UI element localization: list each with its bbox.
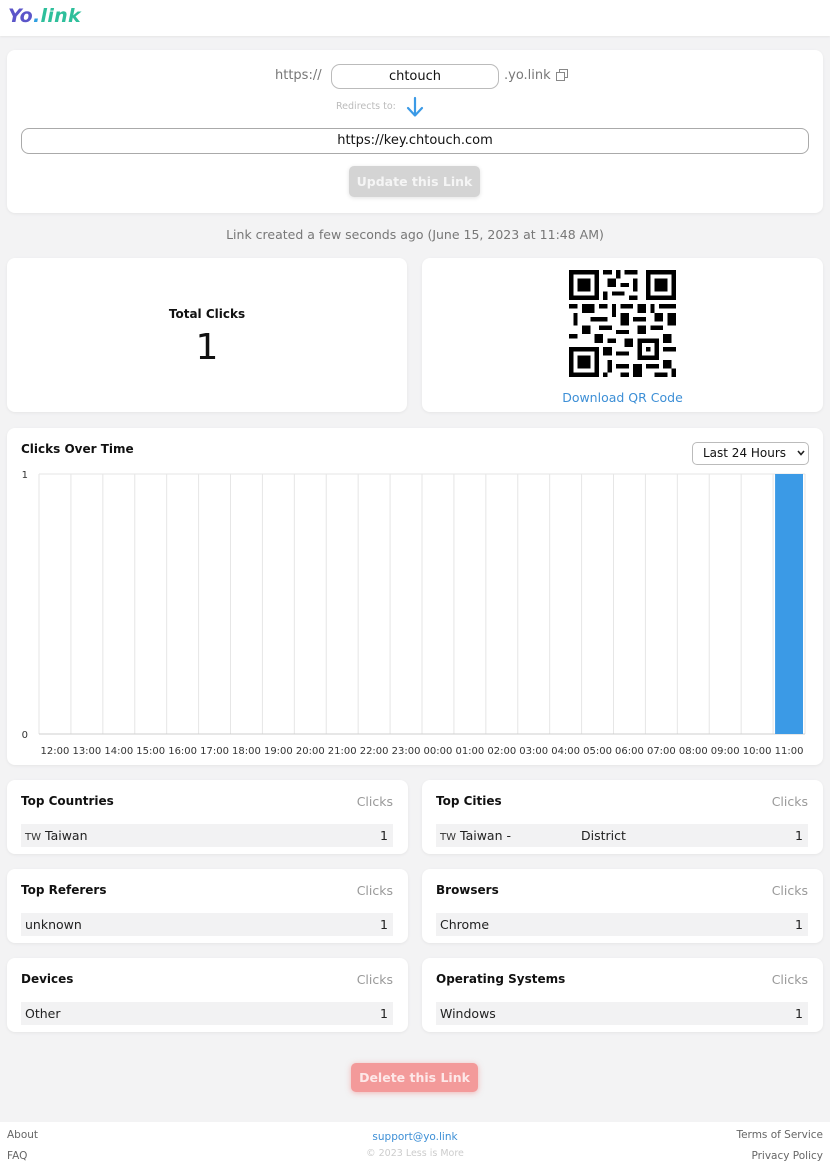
x-tick-label: 09:00 [711, 746, 740, 757]
support-email-link[interactable]: support@yo.link [0, 1131, 830, 1143]
copy-icon[interactable] [556, 69, 568, 81]
delete-link-button[interactable]: Delete this Link [351, 1063, 478, 1092]
stat-title: Operating Systems [436, 972, 566, 986]
row-value: 1 [795, 917, 803, 932]
download-qr-link[interactable]: Download QR Code [422, 390, 823, 405]
x-tick-label: 17:00 [200, 746, 229, 757]
stat-title: Top Cities [436, 794, 502, 808]
x-tick-label: 18:00 [232, 746, 261, 757]
x-tick-label: 13:00 [72, 746, 101, 757]
domain-suffix: .yo.link [504, 68, 551, 83]
chart-title: Clicks Over Time [21, 442, 134, 456]
country-code: TW [440, 832, 456, 843]
clicks-chart-card: 12:00 13:00 14:00 15:00 16:00 17:00 18:00 19:00… [7, 428, 823, 765]
row-value: 1 [795, 828, 803, 843]
privacy-link[interactable]: Privacy Policy [751, 1150, 823, 1162]
x-tick-label: 12:00 [41, 746, 70, 757]
chart-bar [775, 474, 803, 734]
country-code: TW [25, 832, 41, 843]
row-label: Other [25, 1006, 61, 1021]
y-tick-label: 0 [22, 730, 28, 741]
copyright: © 2023 Less is More [366, 1148, 464, 1159]
total-clicks-card: Total Clicks 1 [7, 258, 407, 412]
row-value: 1 [795, 1006, 803, 1021]
arrow-down-icon [406, 96, 424, 117]
x-tick-label: 16:00 [168, 746, 197, 757]
top-countries-card: Top Countries Clicks TW Taiwan 1 [7, 780, 408, 854]
row-label: Taiwan [45, 828, 88, 843]
footer: About FAQ support@yo.link © 2023 Less is… [0, 1122, 830, 1170]
logo[interactable]: Yo.link [8, 5, 81, 27]
clicks-header: Clicks [771, 883, 808, 898]
x-tick-label: 04:00 [551, 746, 580, 757]
clicks-header: Clicks [356, 883, 393, 898]
browsers-card: Browsers Clicks Chrome 1 [422, 869, 823, 943]
district-label: District [581, 828, 626, 843]
x-tick-label: 20:00 [296, 746, 325, 757]
x-tick-label: 05:00 [583, 746, 612, 757]
stat-title: Top Countries [21, 794, 114, 808]
redirects-label: Redirects to: [336, 101, 396, 112]
time-range-value: Last 24 Hours [703, 446, 787, 460]
time-range-select[interactable]: Last 24 Hours [692, 442, 809, 465]
row-value: 1 [380, 828, 388, 843]
clicks-header: Clicks [771, 794, 808, 809]
x-tick-label: 03:00 [519, 746, 548, 757]
url-prefix: https:// [275, 68, 322, 83]
x-tick-label: 19:00 [264, 746, 293, 757]
stat-title: Browsers [436, 883, 499, 897]
y-tick-label: 1 [22, 470, 28, 481]
row-label: Windows [440, 1006, 496, 1021]
qr-code-icon [569, 270, 676, 377]
update-link-button[interactable]: Update this Link [349, 166, 480, 197]
operating-systems-card: Operating Systems Clicks Windows 1 [422, 958, 823, 1032]
top-bar: Yo.link [0, 0, 830, 36]
top-cities-card: Top Cities Clicks TW Taiwan - District 1 [422, 780, 823, 854]
x-tick-label: 01:00 [455, 746, 484, 757]
x-tick-label: 07:00 [647, 746, 676, 757]
row-label: Taiwan - [460, 828, 511, 843]
table-row: unknown 1 [21, 913, 393, 936]
x-tick-label: 15:00 [136, 746, 165, 757]
stat-title: Devices [21, 972, 74, 986]
slug-input[interactable]: chtouch [331, 64, 499, 89]
table-row: Other 1 [21, 1002, 393, 1025]
x-tick-label: 11:00 [775, 746, 804, 757]
table-row: TW Taiwan 1 [21, 824, 393, 847]
x-tick-label: 22:00 [360, 746, 389, 757]
x-tick-label: 23:00 [392, 746, 421, 757]
clicks-header: Clicks [771, 972, 808, 987]
x-tick-label: 10:00 [743, 746, 772, 757]
total-clicks-label: Total Clicks [168, 307, 246, 321]
stat-title: Top Referers [21, 883, 107, 897]
table-row: Chrome 1 [436, 913, 808, 936]
x-tick-label: 06:00 [615, 746, 644, 757]
table-row: Windows 1 [436, 1002, 808, 1025]
link-created-text: Link created a few seconds ago (June 15,… [226, 227, 604, 242]
row-label: Chrome [440, 917, 490, 932]
x-tick-label: 00:00 [424, 746, 453, 757]
destination-url-input[interactable]: https://key.chtouch.com [21, 128, 809, 154]
row-label: unknown [25, 917, 82, 932]
devices-card: Devices Clicks Other 1 [7, 958, 408, 1032]
qr-code-card: Download QR Code [422, 258, 823, 412]
row-value: 1 [380, 1006, 388, 1021]
clicks-chart: 12:00 13:00 14:00 15:00 16:00 17:00 18:00 19:00… [22, 470, 806, 757]
chevron-down-icon [797, 450, 805, 456]
top-referers-card: Top Referers Clicks unknown 1 [7, 869, 408, 943]
x-tick-label: 21:00 [328, 746, 357, 757]
clicks-header: Clicks [356, 794, 393, 809]
link-editor-card: https:// chtouch .yo.link Redirects to: … [7, 50, 823, 213]
table-row: TW Taiwan - District 1 [436, 824, 808, 847]
total-clicks-value: 1 [195, 327, 219, 368]
terms-link[interactable]: Terms of Service [736, 1129, 823, 1141]
x-tick-label: 02:00 [487, 746, 516, 757]
clicks-header: Clicks [356, 972, 393, 987]
x-tick-label: 14:00 [104, 746, 133, 757]
row-value: 1 [380, 917, 388, 932]
x-tick-label: 08:00 [679, 746, 708, 757]
